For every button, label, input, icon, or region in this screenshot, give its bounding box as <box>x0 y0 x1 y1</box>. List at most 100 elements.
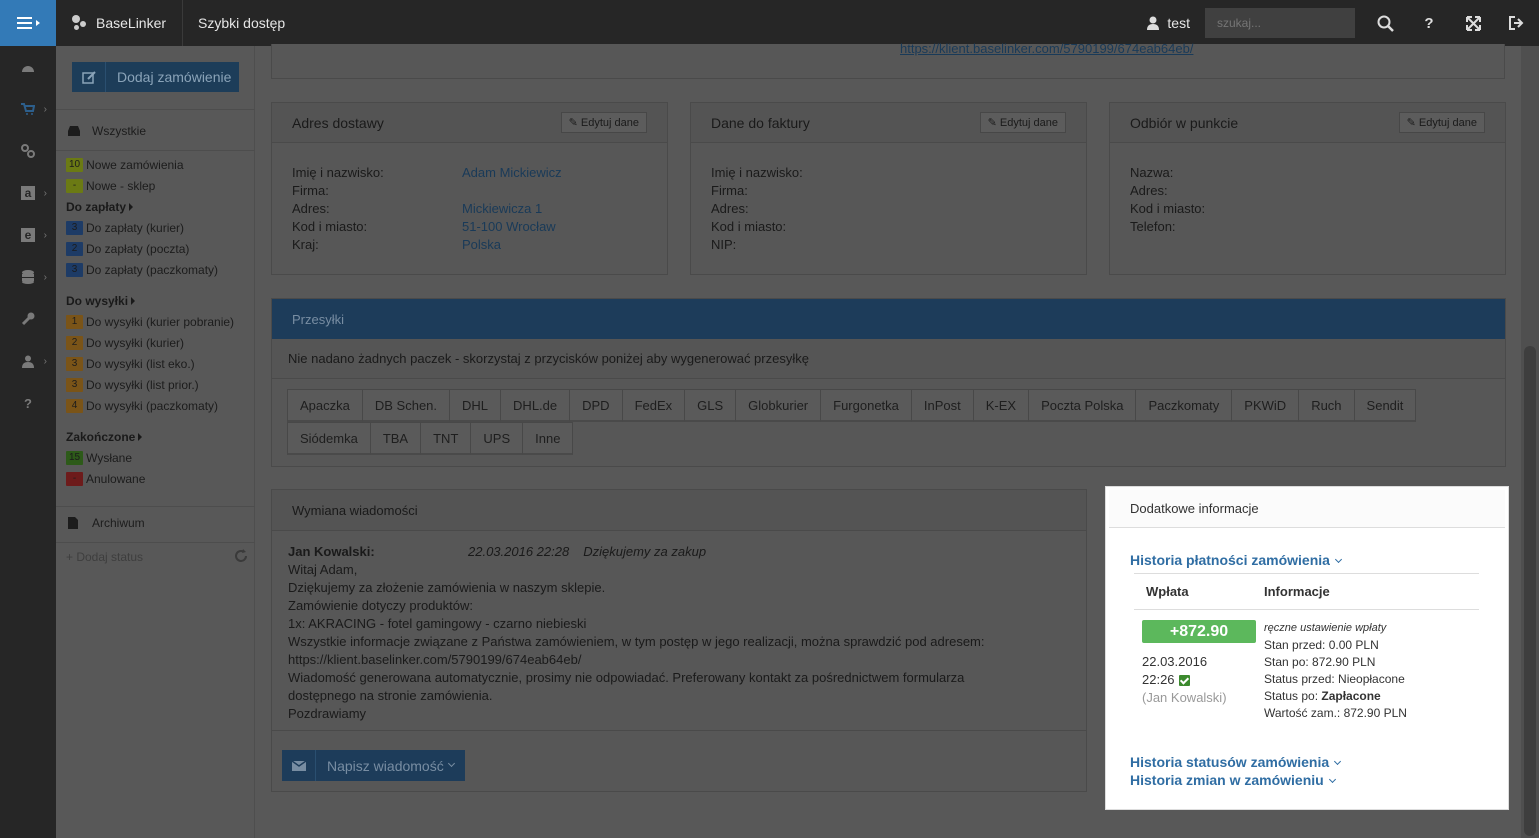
status-to-ship-priority[interactable]: 3 Do wysyłki (list prior.) <box>66 375 199 394</box>
caret-right-icon <box>129 202 134 211</box>
field-label: Kod i miasto: <box>1130 201 1206 216</box>
caret-right-icon <box>131 296 136 305</box>
carrier-button[interactable]: TBA <box>369 422 422 455</box>
nav-amazon[interactable]: a › <box>0 172 56 214</box>
status-to-ship-cod[interactable]: 1 Do wysyłki (kurier pobranie) <box>66 312 234 331</box>
order-info-panel: https://klient.baselinker.com/5790199/67… <box>271 41 1505 79</box>
status-to-ship-lockers[interactable]: 4 Do wysyłki (paczkomaty) <box>66 396 218 415</box>
carrier-button[interactable]: UPS <box>470 422 524 455</box>
status-to-pay-courier[interactable]: 3 Do zapłaty (kurier) <box>66 218 184 237</box>
carrier-button[interactable]: TNT <box>420 422 472 455</box>
nav-help[interactable]: ? <box>0 382 56 424</box>
status-history-toggle[interactable]: Historia statusów zamówienia <box>1130 754 1342 770</box>
carrier-button[interactable]: Furgonetka <box>820 389 912 422</box>
chevron-right-icon: › <box>43 355 47 367</box>
help-button[interactable]: ? <box>1407 0 1451 46</box>
search-input[interactable] <box>1205 8 1355 38</box>
carrier-button[interactable]: DPD <box>569 389 623 422</box>
field-label: Firma: <box>711 183 748 198</box>
status-to-ship-eco[interactable]: 3 Do wysyłki (list eko.) <box>66 354 195 373</box>
nav-dashboard[interactable] <box>0 46 56 88</box>
message-subject: Dziękujemy za zakup <box>583 544 707 559</box>
carrier-button[interactable]: InPost <box>910 389 974 422</box>
nav-ebay[interactable]: e › <box>0 214 56 256</box>
payment-history-toggle[interactable]: Historia płatności zamówienia <box>1130 552 1342 568</box>
add-order-button[interactable]: Dodaj zamówienie <box>72 62 239 92</box>
field-label: Adres: <box>711 201 749 216</box>
carrier-button[interactable]: Inne <box>522 422 574 455</box>
group-to-ship[interactable]: Do wysyłki <box>66 291 136 310</box>
order-status-sidebar: Dodaj zamówienie Wszystkie 10 Nowe zamówi… <box>56 46 255 838</box>
status-archive[interactable]: Archiwum <box>68 513 145 532</box>
carrier-button[interactable]: Apaczka <box>287 389 363 422</box>
search-button[interactable] <box>1363 0 1407 46</box>
dashboard-icon <box>22 66 34 72</box>
fullscreen-button[interactable] <box>1451 0 1495 46</box>
payment-note: ręczne ustawienie wpłaty <box>1264 622 1387 634</box>
add-status-link[interactable]: + Dodaj status <box>66 547 143 566</box>
carrier-button[interactable]: DB Schen. <box>361 389 451 422</box>
column-header: Informacje <box>1264 584 1330 599</box>
status-new-orders[interactable]: 10 Nowe zamówienia <box>66 155 184 174</box>
status-label: Do zapłaty (poczta) <box>86 241 190 256</box>
status-cancelled[interactable]: - Anulowane <box>66 469 145 488</box>
status-to-pay-post[interactable]: 2 Do zapłaty (poczta) <box>66 239 189 258</box>
status-label: Do wysyłki (paczkomaty) <box>86 398 219 413</box>
logout-button[interactable] <box>1495 0 1539 46</box>
carrier-button[interactable]: K-EX <box>972 389 1030 422</box>
scrollbar-thumb[interactable] <box>1524 346 1536 836</box>
order-value: Wartość zam.: 872.90 PLN <box>1264 706 1407 720</box>
message-line: Dziękujemy za złożenie zamówienia w nasz… <box>288 580 606 595</box>
carrier-button[interactable]: DHL <box>449 389 502 422</box>
edit-invoice-button[interactable]: ✎ Edytuj dane <box>979 112 1066 133</box>
edit-pickup-button[interactable]: ✎ Edytuj dane <box>1398 112 1485 133</box>
payment-time: 22:26 <box>1142 672 1175 687</box>
carrier-button[interactable]: GLS <box>684 389 737 422</box>
carrier-button[interactable]: Siódemka <box>287 422 371 455</box>
count-badge: 4 <box>66 398 83 413</box>
message-line: Pozdrawiamy <box>288 706 367 721</box>
user-icon <box>22 355 34 368</box>
add-order-label: Dodaj zamówienie <box>117 69 232 85</box>
carrier-button[interactable]: Sendit <box>1353 389 1417 422</box>
carrier-button[interactable]: Globkurier <box>735 389 822 422</box>
carrier-button[interactable]: Paczkomaty <box>1135 389 1233 422</box>
carrier-button[interactable]: DHL.de <box>500 389 571 422</box>
nav-account[interactable]: › <box>0 340 56 382</box>
message-author: Jan Kowalski: <box>288 544 375 559</box>
caret-right-icon <box>138 432 143 441</box>
panel-title: Dane do faktury <box>711 114 810 131</box>
carrier-button[interactable]: Poczta Polska <box>1028 389 1137 422</box>
write-message-button[interactable]: Napisz wiadomość <box>282 750 465 781</box>
field-label: Telefon: <box>1130 219 1176 234</box>
status-to-pay-lockers[interactable]: 3 Do zapłaty (paczkomaty) <box>66 260 218 279</box>
nav-integrations[interactable] <box>0 130 56 172</box>
nav-tools[interactable] <box>0 298 56 340</box>
chevron-down-icon <box>447 759 455 768</box>
wrench-icon <box>21 312 35 326</box>
nav-orders[interactable]: › <box>0 88 56 130</box>
nav-storage[interactable]: › <box>0 256 56 298</box>
brand-link[interactable]: BaseLinker <box>56 0 184 46</box>
status-all[interactable]: Wszystkie <box>68 121 146 140</box>
status-label: Do wysyłki (kurier) <box>86 335 185 350</box>
refresh-button[interactable] <box>234 549 248 566</box>
carrier-button[interactable]: FedEx <box>621 389 686 422</box>
status-after: Status po: Zapłacone <box>1264 688 1407 705</box>
page-scrollbar[interactable] <box>1521 46 1539 838</box>
order-page-link[interactable]: https://klient.baselinker.com/5790199/67… <box>900 41 1193 56</box>
changes-history-toggle[interactable]: Historia zmian w zamówieniu <box>1130 772 1336 788</box>
quick-access-menu[interactable]: Szybki dostęp <box>183 15 300 31</box>
status-shipped[interactable]: 15 Wysłane <box>66 448 132 467</box>
edit-delivery-button[interactable]: ✎ Edytuj dane <box>560 112 647 133</box>
group-finished[interactable]: Zakończone <box>66 427 143 446</box>
user-menu[interactable]: test <box>1147 15 1190 31</box>
carrier-button[interactable]: Ruch <box>1298 389 1355 422</box>
group-to-pay[interactable]: Do zapłaty <box>66 197 134 216</box>
carrier-button[interactable]: PKWiD <box>1231 389 1300 422</box>
menu-toggle-button[interactable] <box>0 0 56 46</box>
status-new-shop[interactable]: - Nowe - sklep <box>66 176 155 195</box>
balance-after: Stan po: 872.90 PLN <box>1264 655 1376 669</box>
field-label: Kod i miasto: <box>292 219 368 234</box>
status-to-ship-courier[interactable]: 2 Do wysyłki (kurier) <box>66 333 184 352</box>
